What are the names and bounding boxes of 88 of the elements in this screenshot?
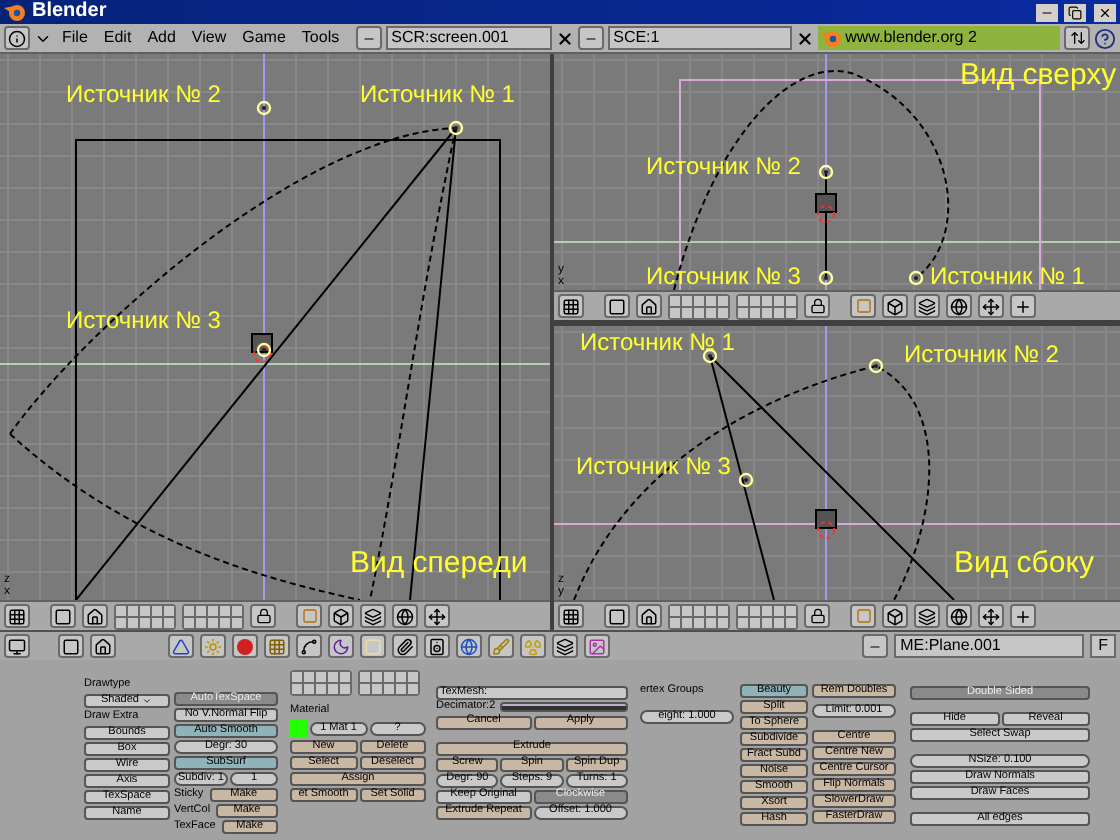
- menu-item[interactable]: Add: [141, 30, 182, 46]
- move-icon[interactable]: [424, 604, 450, 628]
- menu-item[interactable]: View: [185, 30, 233, 46]
- view-square-icon[interactable]: [50, 604, 76, 628]
- paperclip-icon[interactable]: [392, 634, 418, 658]
- light-marker[interactable]: [448, 120, 464, 136]
- layer-grid[interactable]: [358, 670, 420, 696]
- color-swatch[interactable]: [290, 720, 308, 738]
- cube-icon[interactable]: [328, 604, 354, 628]
- light-label: Источник № 1: [930, 262, 1085, 290]
- blender-logo-icon: [4, 2, 26, 22]
- plus-icon[interactable]: [1010, 294, 1036, 318]
- restore-button[interactable]: [1064, 3, 1086, 21]
- layers-icon[interactable]: [360, 604, 386, 628]
- view-triangle-icon[interactable]: [168, 634, 194, 658]
- light-marker[interactable]: [818, 270, 834, 286]
- home-icon[interactable]: [636, 604, 662, 628]
- scene-field[interactable]: SCE:1: [607, 26, 792, 50]
- light-marker[interactable]: [868, 358, 884, 374]
- sun-icon[interactable]: [200, 634, 226, 658]
- help-icon[interactable]: [1094, 27, 1116, 49]
- lock-icon[interactable]: [804, 604, 830, 628]
- light-marker[interactable]: [256, 100, 272, 116]
- grid-icon[interactable]: [558, 294, 584, 318]
- grid-icon[interactable]: [558, 604, 584, 628]
- up-down-icon[interactable]: [1064, 26, 1090, 50]
- moon-icon[interactable]: [328, 634, 354, 658]
- lock-icon[interactable]: [250, 604, 276, 628]
- restore-icon: [1068, 5, 1082, 19]
- globe-icon[interactable]: [456, 634, 482, 658]
- grid-icon[interactable]: [4, 604, 30, 628]
- speaker-icon[interactable]: [424, 634, 450, 658]
- light-label: Источник № 3: [576, 452, 731, 480]
- close-button[interactable]: [1094, 3, 1116, 21]
- close-icon[interactable]: [555, 29, 574, 47]
- move-icon[interactable]: [978, 604, 1004, 628]
- view-square-icon[interactable]: [604, 604, 630, 628]
- url-field: www.blender.org 2: [817, 26, 1060, 50]
- minus-icon[interactable]: [355, 26, 382, 50]
- view-square-icon[interactable]: [604, 294, 630, 318]
- layers-icon[interactable]: [914, 294, 940, 318]
- move-icon[interactable]: [978, 294, 1004, 318]
- caret-icon: [142, 696, 153, 706]
- menu-item[interactable]: Tools: [295, 30, 346, 46]
- layers-icon[interactable]: [914, 604, 940, 628]
- window-title: Blender: [32, 2, 107, 22]
- menu-item[interactable]: Game: [236, 30, 292, 46]
- view-square-icon[interactable]: [58, 634, 84, 658]
- light-label: Источник № 2: [904, 340, 1059, 368]
- blender-logo-icon: [819, 28, 842, 48]
- curve-icon[interactable]: [296, 634, 322, 658]
- close-icon[interactable]: [795, 29, 814, 47]
- wire-sphere-icon[interactable]: [946, 294, 972, 318]
- light-label: Источник № 1: [360, 80, 515, 108]
- fake-user-button[interactable]: F: [1090, 634, 1116, 658]
- minimize-button[interactable]: [1036, 3, 1058, 21]
- wire-sphere-icon[interactable]: [946, 604, 972, 628]
- lock-icon[interactable]: [804, 294, 830, 318]
- minus-icon[interactable]: [862, 634, 889, 658]
- minus-icon[interactable]: [577, 26, 604, 50]
- info-icon[interactable]: [4, 26, 30, 50]
- mesh-object-drawing: [251, 333, 273, 363]
- light-marker[interactable]: [738, 472, 754, 488]
- close-icon: [1098, 5, 1112, 19]
- layer-grid[interactable]: [290, 670, 352, 696]
- plus-icon[interactable]: [1010, 604, 1036, 628]
- wire-sphere-icon[interactable]: [392, 604, 418, 628]
- menu-item[interactable]: File: [56, 30, 94, 46]
- cube-icon[interactable]: [882, 294, 908, 318]
- menu-item[interactable]: Edit: [97, 30, 138, 46]
- cube-icon[interactable]: [882, 604, 908, 628]
- light-marker[interactable]: [818, 164, 834, 180]
- brush-icon[interactable]: [488, 634, 514, 658]
- light-marker[interactable]: [908, 270, 924, 286]
- light-label: Источник № 2: [66, 80, 221, 108]
- light-marker[interactable]: [702, 348, 718, 364]
- screen-field[interactable]: SCR:screen.001: [385, 26, 552, 50]
- mesh-object-drawing: [815, 193, 837, 223]
- edit-square-icon[interactable]: [360, 634, 386, 658]
- light-marker[interactable]: [256, 342, 272, 358]
- mesh-object-drawing: [815, 509, 837, 539]
- object-field[interactable]: ME:Plane.001: [894, 634, 1085, 658]
- view-label: Вид сбоку: [954, 546, 1094, 582]
- monitor-icon[interactable]: [4, 634, 30, 658]
- light-label: Источник № 1: [580, 328, 735, 356]
- home-icon[interactable]: [90, 634, 116, 658]
- home-icon[interactable]: [636, 294, 662, 318]
- home-icon[interactable]: [82, 604, 108, 628]
